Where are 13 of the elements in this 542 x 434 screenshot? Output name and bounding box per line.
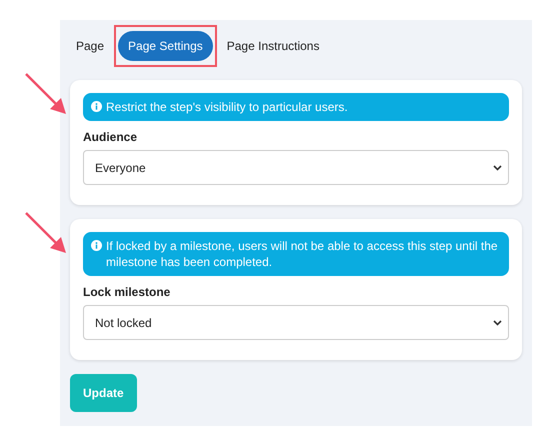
tab[interactable]: Page Instructions: [216, 31, 330, 61]
info-icon: [91, 101, 102, 112]
info-text: Restrict the step's visibility to particular users.: [106, 99, 348, 115]
info-text: If locked by a milestone, users will not be able to access this step until the milestone has been completed.: [106, 238, 499, 270]
field-label: Audience: [83, 130, 138, 144]
select-field[interactable]: Everyone: [83, 150, 509, 185]
tab[interactable]: Page: [70, 31, 114, 61]
tab[interactable]: Page Settings: [118, 31, 213, 61]
chevron-icon: [493, 164, 502, 170]
info-icon: [91, 240, 102, 251]
select-field[interactable]: Not locked: [83, 305, 509, 340]
field-label: Lock milestone: [83, 285, 172, 299]
chevron-icon: [493, 320, 502, 326]
